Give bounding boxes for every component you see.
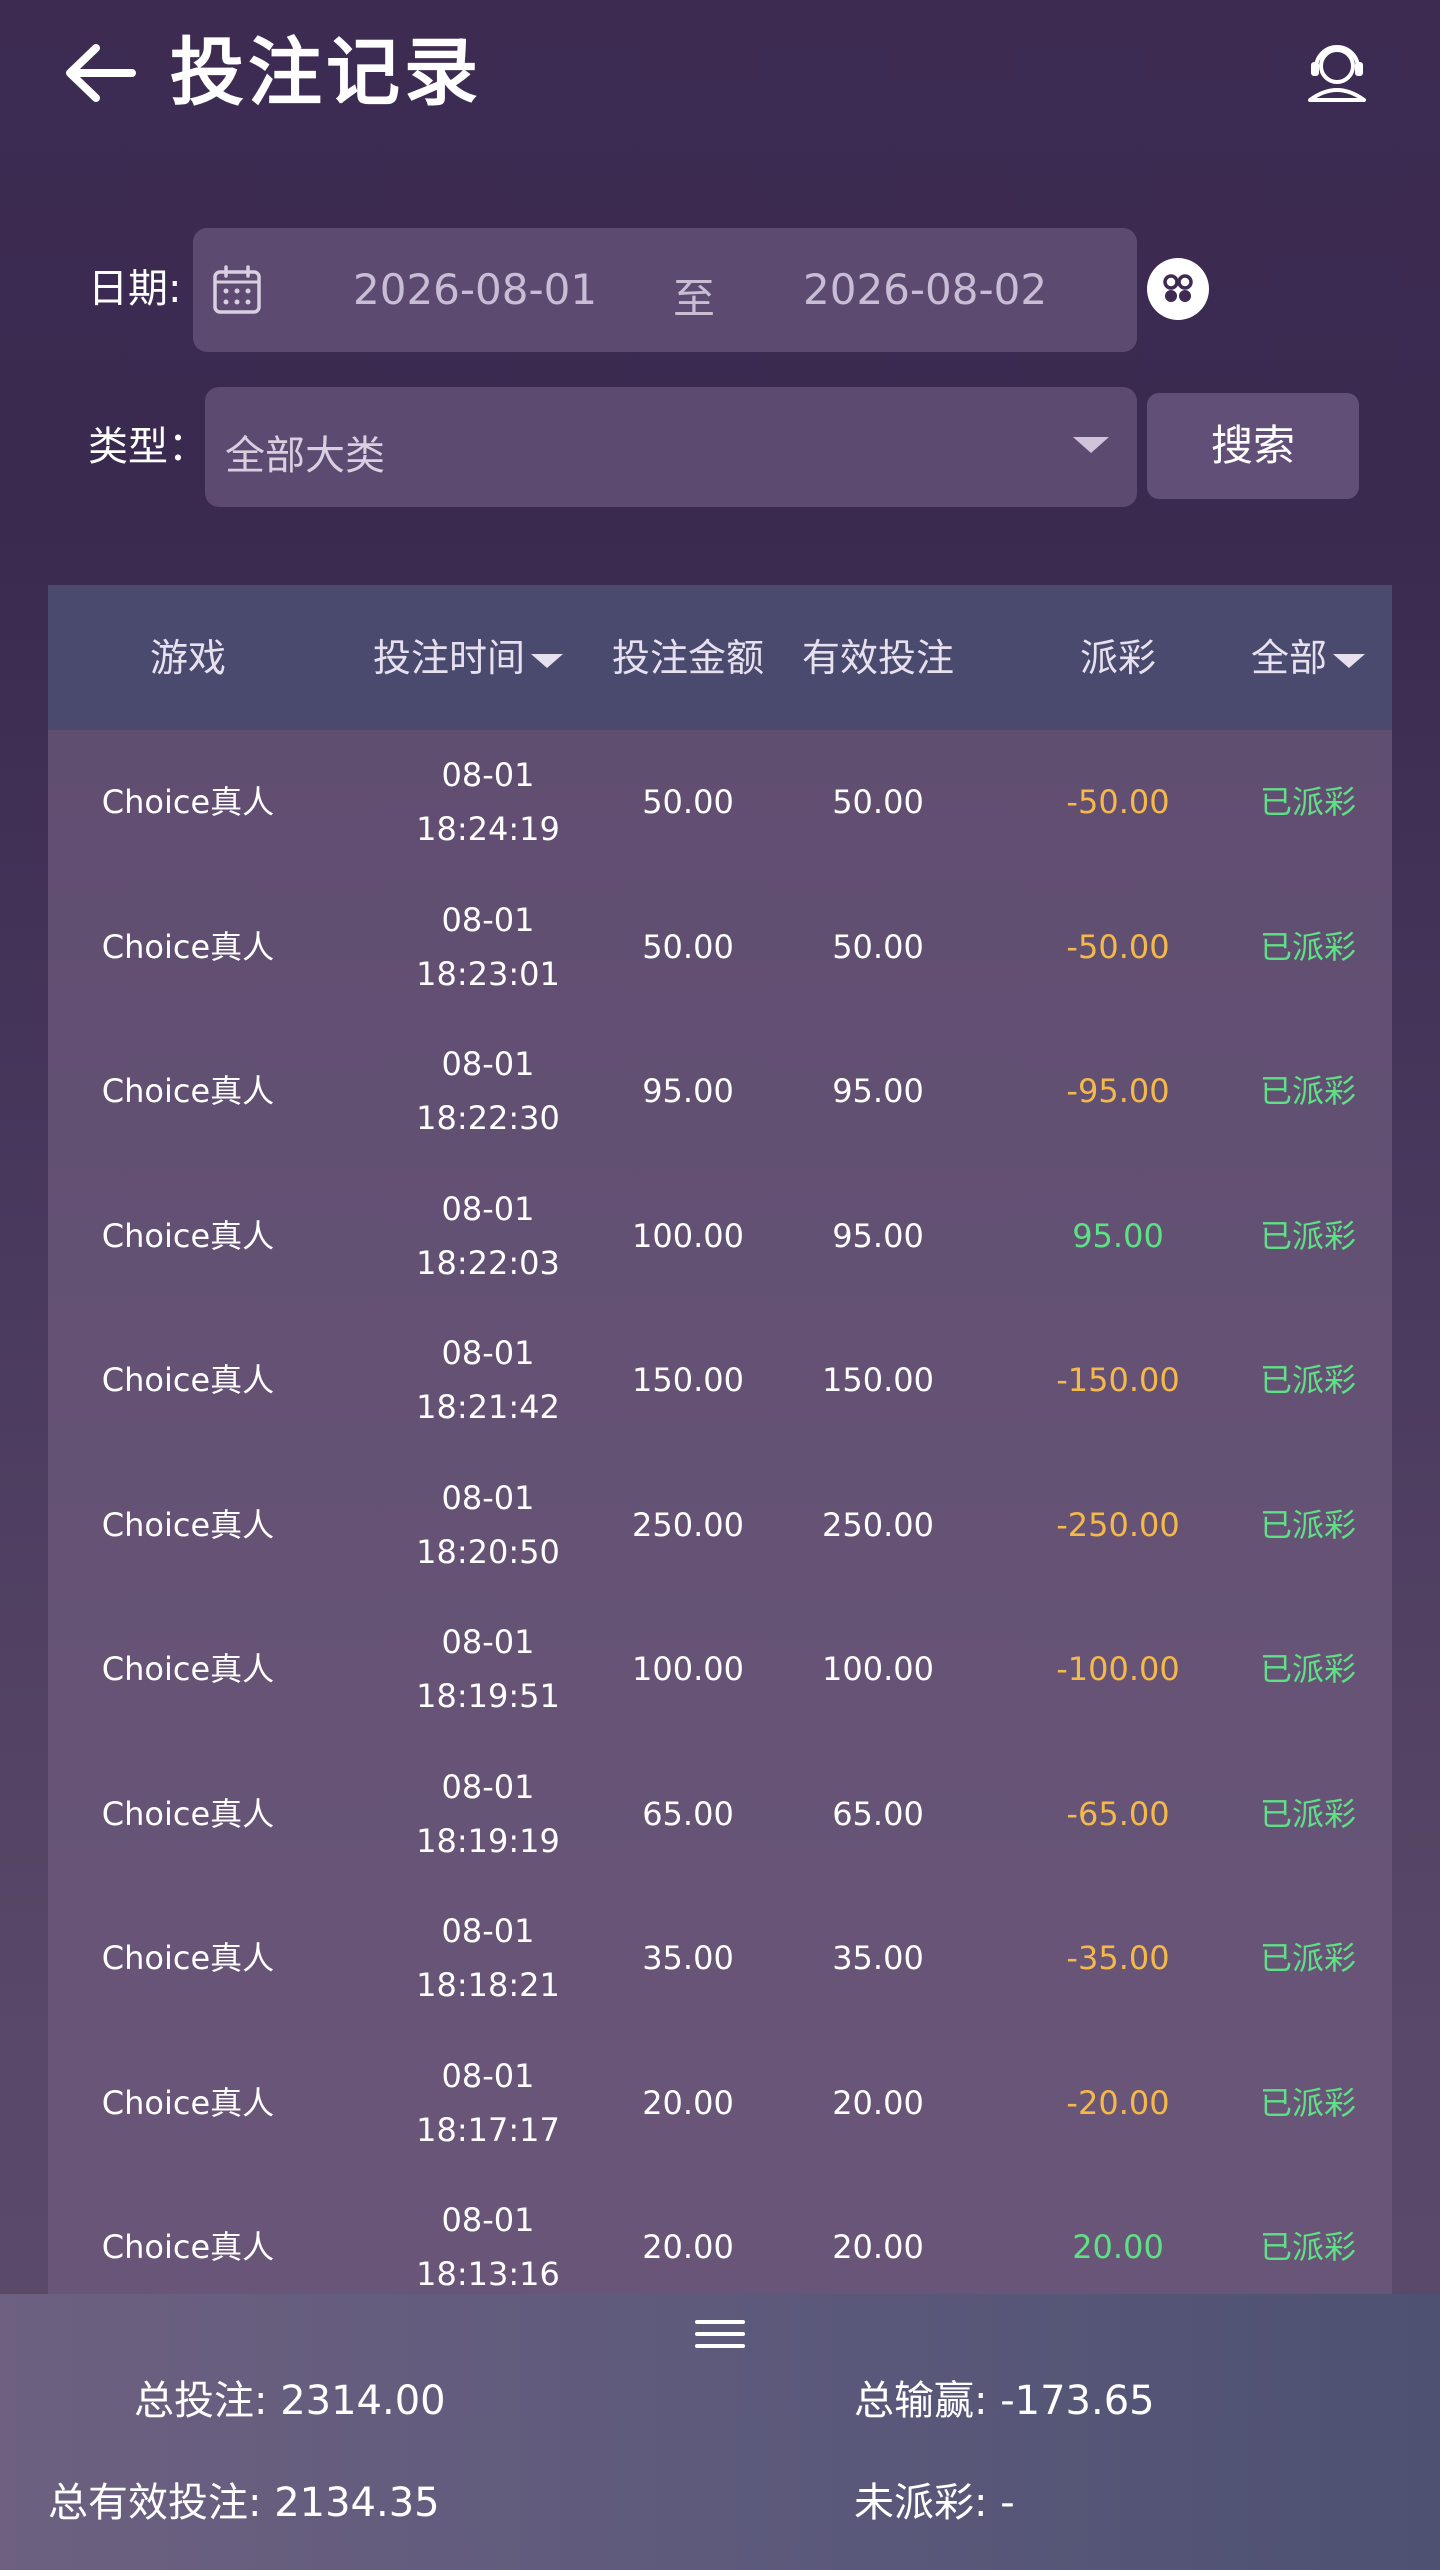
bet-clock-time: 18:23:01 xyxy=(416,954,560,993)
valid-bet-cell: 20.00 xyxy=(832,2083,924,2122)
status-cell: 已派彩 xyxy=(1259,783,1356,822)
column-status-filter[interactable]: 全部 xyxy=(1208,633,1392,683)
column-game: 游戏 xyxy=(149,636,226,680)
menu-icon[interactable] xyxy=(695,2314,745,2354)
game-cell: Choice真人 xyxy=(101,1072,275,1111)
table-row[interactable]: Choice真人 08-01 18:22:03 100.00 95.00 95.00 已派彩 xyxy=(48,1164,1392,1309)
date-end[interactable]: 2026-08-02 xyxy=(803,265,1047,314)
total-winloss: 总输赢: -173.65 xyxy=(854,2378,1155,2424)
table-row[interactable]: Choice真人 08-01 18:18:21 35.00 35.00 -35.00 已派彩 xyxy=(48,1886,1392,2031)
date-start[interactable]: 2026-08-01 xyxy=(353,265,597,314)
unpaid: 未派彩: - xyxy=(854,2480,1015,2526)
valid-bet-cell: 100.00 xyxy=(822,1650,934,1689)
grid-icon[interactable] xyxy=(1147,258,1209,320)
bet-clock-time: 18:19:19 xyxy=(416,1821,560,1860)
game-cell: Choice真人 xyxy=(101,2228,275,2267)
game-cell: Choice真人 xyxy=(101,1361,275,1400)
bet-clock-time: 18:13:16 xyxy=(416,2255,560,2294)
game-cell: Choice真人 xyxy=(101,2083,275,2122)
status-cell: 已派彩 xyxy=(1259,2083,1356,2122)
bet-date: 08-01 xyxy=(441,1478,535,1517)
status-cell: 已派彩 xyxy=(1259,1361,1356,1400)
category-select-value: 全部大类 xyxy=(225,433,385,479)
table-row[interactable]: Choice真人 08-01 18:19:19 65.00 65.00 -65.00 已派彩 xyxy=(48,1742,1392,1887)
bet-clock-time: 18:24:19 xyxy=(416,810,560,849)
grid-icon-glyph xyxy=(1163,274,1193,302)
chevron-down-icon xyxy=(1073,437,1109,453)
game-cell: Choice真人 xyxy=(101,1650,275,1689)
table-body: Choice真人 08-01 18:24:19 50.00 50.00 -50.00 已派彩… xyxy=(48,730,1392,2295)
status-cell: 已派彩 xyxy=(1259,1505,1356,1544)
bet-clock-time: 18:17:17 xyxy=(416,2110,560,2149)
bet-date: 08-01 xyxy=(441,1045,535,1084)
valid-bet-cell: 250.00 xyxy=(822,1505,934,1544)
calendar-icon xyxy=(213,265,261,314)
bet-date: 08-01 xyxy=(441,2201,535,2240)
bet-date: 08-01 xyxy=(441,1767,535,1806)
table-header: 游戏 投注时间 投注金额 有效投注 派彩 全部 xyxy=(48,585,1392,730)
table-row[interactable]: Choice真人 08-01 18:21:42 150.00 150.00 -150.00… xyxy=(48,1308,1392,1453)
bet-clock-time: 18:20:50 xyxy=(416,1532,560,1571)
valid-bet-cell: 50.00 xyxy=(832,927,924,966)
bet-clock-time: 18:22:30 xyxy=(416,1099,560,1138)
back-arrow-icon[interactable] xyxy=(60,38,140,108)
game-cell: Choice真人 xyxy=(101,1216,275,1255)
customer-service-icon[interactable] xyxy=(1302,36,1372,106)
status-cell: 已派彩 xyxy=(1259,927,1356,966)
bet-clock-time: 18:22:03 xyxy=(416,1243,560,1282)
date-label: 日期: xyxy=(88,266,182,312)
top-bar: 投注记录 xyxy=(0,0,1440,150)
valid-bet-cell: 35.00 xyxy=(832,1939,924,1978)
bet-date: 08-01 xyxy=(441,900,535,939)
type-filter-row: 类型： 全部大类 搜索 xyxy=(0,387,1440,507)
valid-bet-cell: 50.00 xyxy=(832,783,924,822)
table-row[interactable]: Choice真人 08-01 18:23:01 50.00 50.00 -50.00 已派彩 xyxy=(48,875,1392,1020)
status-cell: 已派彩 xyxy=(1259,2228,1356,2267)
status-cell: 已派彩 xyxy=(1259,1794,1356,1833)
bet-clock-time: 18:18:21 xyxy=(416,1966,560,2005)
bet-clock-time: 18:19:51 xyxy=(416,1677,560,1716)
search-button[interactable]: 搜索 xyxy=(1147,393,1359,499)
date-separator: 至 xyxy=(673,274,716,323)
summary-panel: 总投注: 2314.00 总输赢: -173.65 总有效投注: 2134.35… xyxy=(0,2294,1440,2570)
bet-date: 08-01 xyxy=(441,1334,535,1373)
game-cell: Choice真人 xyxy=(101,927,275,966)
game-cell: Choice真人 xyxy=(101,1794,275,1833)
bet-date: 08-01 xyxy=(441,1623,535,1662)
status-cell: 已派彩 xyxy=(1259,1216,1356,1255)
game-cell: Choice真人 xyxy=(101,783,275,822)
table-row[interactable]: Choice真人 08-01 18:19:51 100.00 100.00 -100.00… xyxy=(48,1597,1392,1742)
date-range-picker[interactable]: 2026-08-01 至 2026-08-02 xyxy=(193,228,1137,352)
valid-bet-cell: 95.00 xyxy=(832,1216,924,1255)
status-cell: 已派彩 xyxy=(1259,1650,1356,1689)
category-select[interactable]: 全部大类 xyxy=(205,387,1137,507)
type-label: 类型： xyxy=(88,424,208,470)
bet-clock-time: 18:21:42 xyxy=(416,1388,560,1427)
table-row[interactable]: Choice真人 08-01 18:17:17 20.00 20.00 -20.00 已派彩 xyxy=(48,2031,1392,2176)
bet-date: 08-01 xyxy=(441,2056,535,2095)
status-cell: 已派彩 xyxy=(1259,1072,1356,1111)
bet-date: 08-01 xyxy=(441,756,535,795)
bet-records-table: 游戏 投注时间 投注金额 有效投注 派彩 全部 Choice真人 08-01 18:… xyxy=(48,585,1392,2295)
valid-bet-cell: 95.00 xyxy=(832,1072,924,1111)
bet-date: 08-01 xyxy=(441,1912,535,1951)
page-title: 投注记录 xyxy=(170,30,482,116)
table-row[interactable]: Choice真人 08-01 18:24:19 50.00 50.00 -50.00 已派彩 xyxy=(48,730,1392,875)
valid-bet-cell: 20.00 xyxy=(832,2228,924,2267)
game-cell: Choice真人 xyxy=(101,1505,275,1544)
table-row[interactable]: Choice真人 08-01 18:13:16 20.00 20.00 20.00 已派彩 xyxy=(48,2175,1392,2295)
total-valid-bet: 总有效投注: 2134.35 xyxy=(48,2480,440,2526)
game-cell: Choice真人 xyxy=(101,1939,275,1978)
bet-date: 08-01 xyxy=(441,1189,535,1228)
valid-bet-cell: 150.00 xyxy=(822,1361,934,1400)
total-bet: 总投注: 2314.00 xyxy=(134,2378,446,2424)
table-row[interactable]: Choice真人 08-01 18:20:50 250.00 250.00 -250.00… xyxy=(48,1453,1392,1598)
valid-bet-cell: 65.00 xyxy=(832,1794,924,1833)
table-row[interactable]: Choice真人 08-01 18:22:30 95.00 95.00 -95.00 已派彩 xyxy=(48,1019,1392,1164)
date-filter-row: 日期: 2026-08-01 至 2026-08-02 xyxy=(0,228,1440,352)
chevron-down-icon xyxy=(1333,653,1365,668)
status-cell: 已派彩 xyxy=(1259,1939,1356,1978)
column-valid-bet: 有效投注 xyxy=(801,636,954,680)
